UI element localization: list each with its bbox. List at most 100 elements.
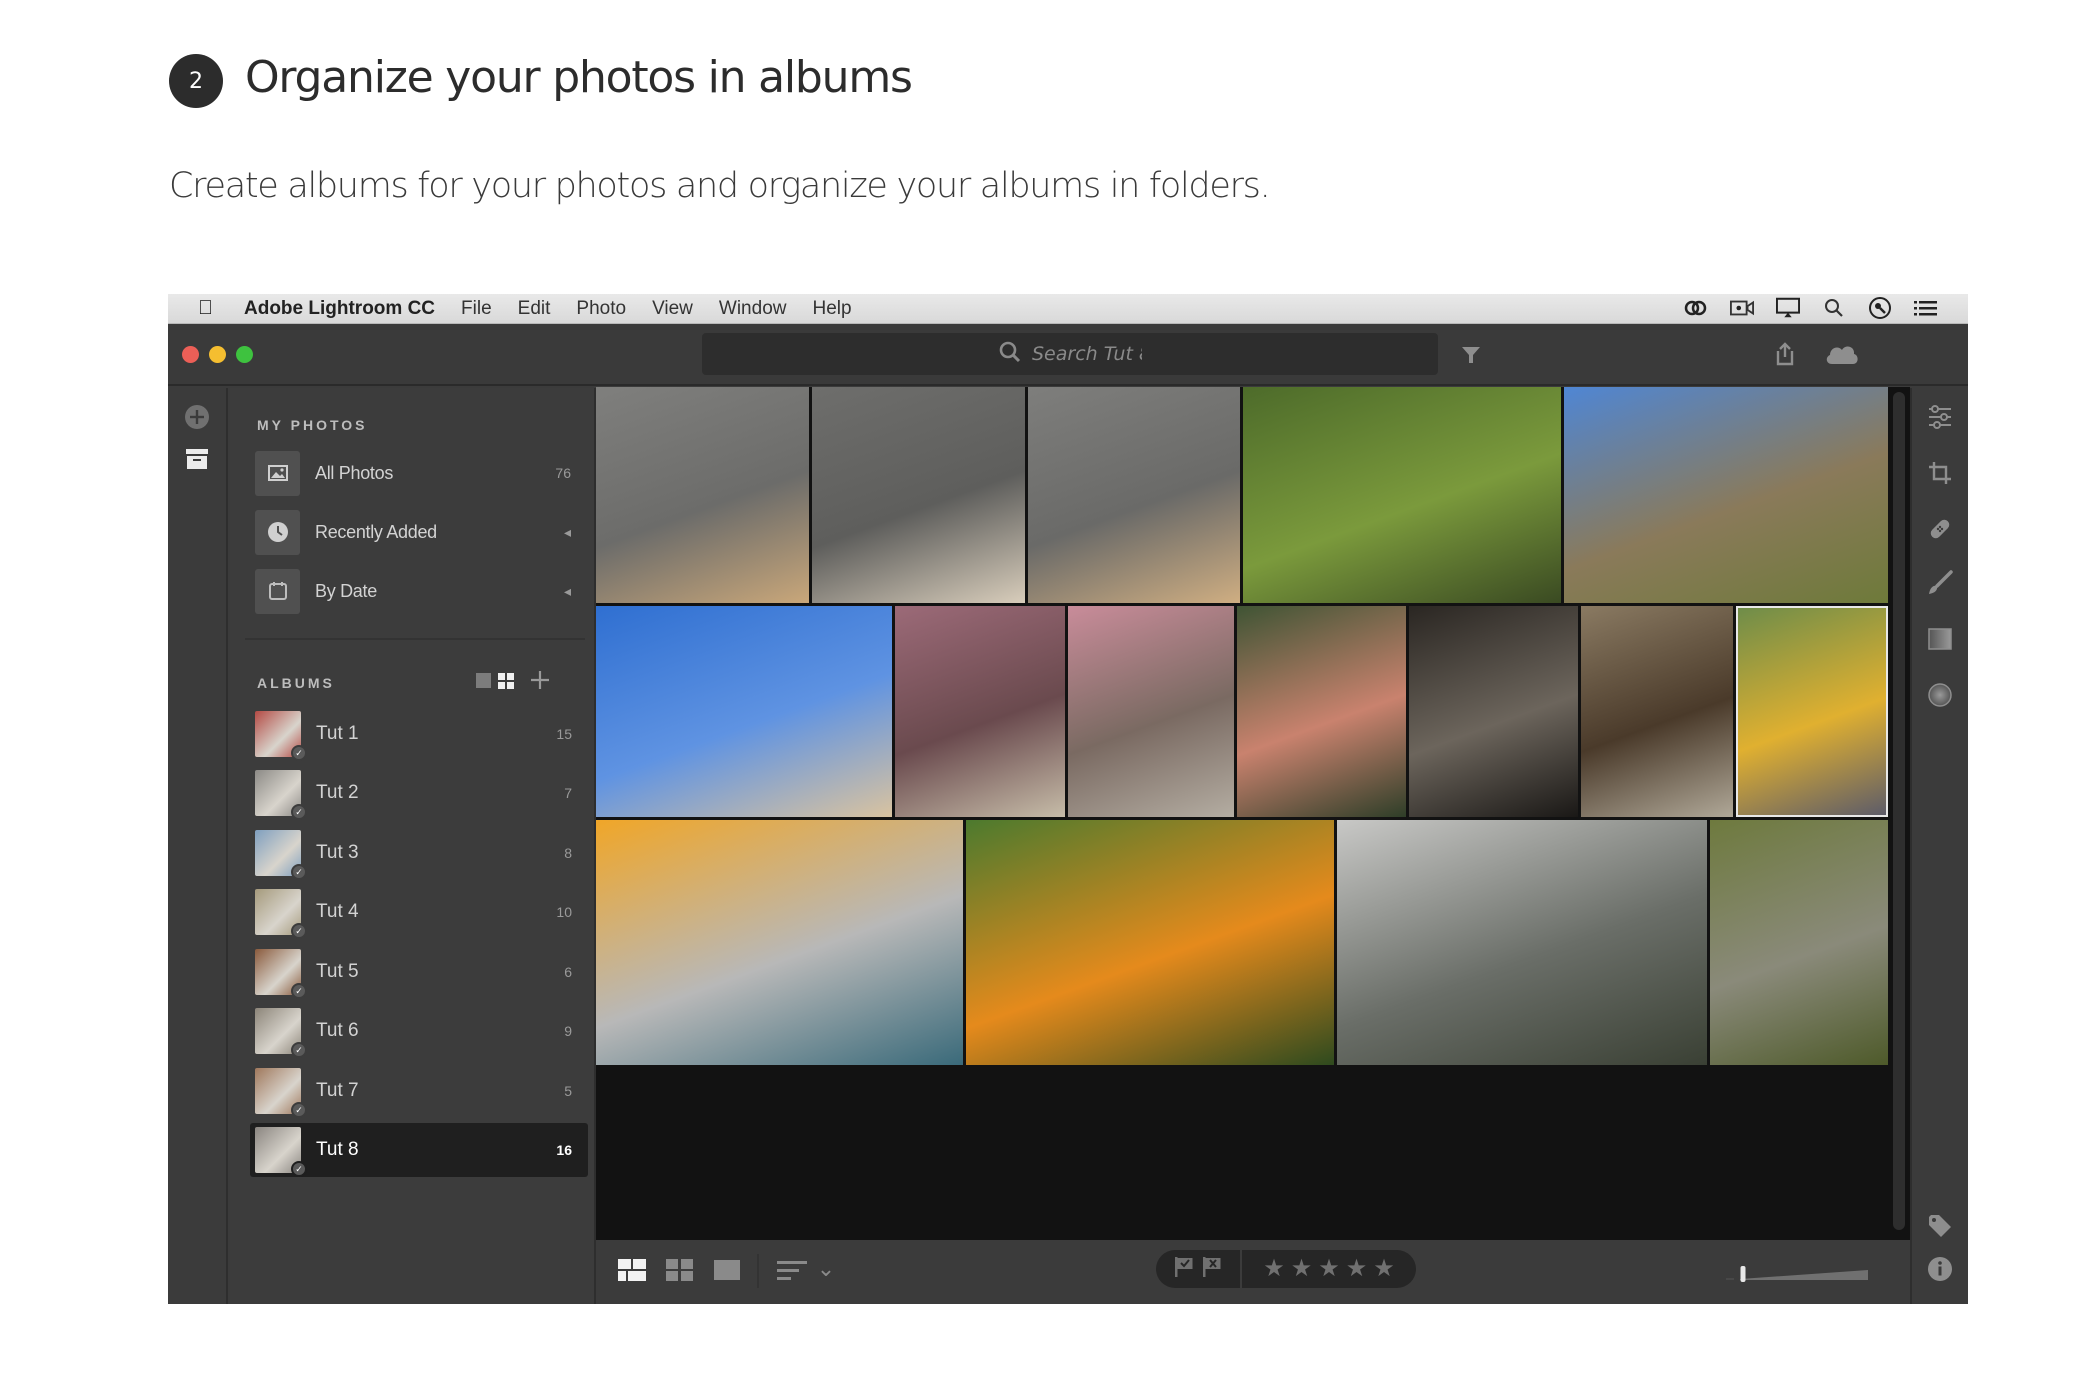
search-field[interactable] xyxy=(702,333,1438,375)
menu-file[interactable]: File xyxy=(461,298,492,320)
share-icon[interactable] xyxy=(1772,340,1798,368)
synced-check-icon: ✓ xyxy=(291,983,307,999)
synced-check-icon: ✓ xyxy=(291,923,307,939)
menu-window[interactable]: Window xyxy=(719,298,787,320)
album-name: Tut 8 xyxy=(316,1139,359,1160)
info-icon[interactable] xyxy=(1925,1254,1955,1284)
reject-flag-icon[interactable] xyxy=(1202,1256,1222,1283)
search-input[interactable] xyxy=(1032,343,1142,365)
album-item[interactable]: ✓ Tut 1 15 xyxy=(250,707,588,761)
album-count: 15 xyxy=(556,726,572,742)
album-count: 10 xyxy=(556,904,572,920)
album-name: Tut 5 xyxy=(316,961,359,982)
grid-scrollbar-thumb[interactable] xyxy=(1893,392,1905,1230)
photo-thumbnail[interactable] xyxy=(1337,820,1707,1065)
sidebar-item-recently-added[interactable]: Recently Added ◂ xyxy=(255,508,585,556)
synced-check-icon: ✓ xyxy=(291,745,307,761)
sort-chevron-icon[interactable]: ⌄ xyxy=(816,1256,836,1282)
photo-thumbnail[interactable] xyxy=(1710,820,1888,1065)
photo-thumbnail[interactable] xyxy=(1564,387,1888,603)
slider-handle[interactable] xyxy=(1740,1266,1746,1282)
album-grid-view-icon[interactable] xyxy=(498,673,514,689)
brush-icon[interactable] xyxy=(1925,568,1955,598)
pick-flag-icon[interactable] xyxy=(1174,1256,1194,1283)
facetime-icon[interactable] xyxy=(1730,297,1754,319)
expand-arrow-icon[interactable]: ◂ xyxy=(564,583,571,600)
edit-sliders-icon[interactable] xyxy=(1925,402,1955,432)
rating-star-1[interactable]: ★ xyxy=(1263,1257,1285,1281)
photo-grid-view-icon[interactable] xyxy=(666,1259,694,1281)
apple-icon[interactable]:  xyxy=(198,297,213,320)
album-list-view-icon[interactable] xyxy=(476,673,491,688)
photo-thumbnail[interactable] xyxy=(1028,387,1240,603)
photo-thumbnail[interactable] xyxy=(596,606,892,817)
slider-track xyxy=(1740,1270,1868,1280)
photo-thumbnail[interactable] xyxy=(1581,606,1733,817)
square-grid-view-icon[interactable] xyxy=(618,1259,646,1281)
sidebar-item-by-date[interactable]: By Date ◂ xyxy=(255,567,585,615)
menu-app-name[interactable]: Adobe Lightroom CC xyxy=(244,298,435,320)
album-count: 6 xyxy=(564,964,572,980)
album-thumbnail: ✓ xyxy=(255,889,307,939)
step-number-badge: 2 xyxy=(169,54,223,108)
photo-thumbnail-selected[interactable] xyxy=(1736,606,1888,817)
album-thumbnail: ✓ xyxy=(255,830,307,880)
airplay-display-icon[interactable] xyxy=(1776,297,1800,319)
photo-thumbnail[interactable] xyxy=(966,820,1334,1065)
linear-gradient-icon[interactable] xyxy=(1925,624,1955,654)
window-close-button[interactable] xyxy=(182,346,199,363)
album-item-selected[interactable]: ✓ Tut 8 16 xyxy=(250,1123,588,1177)
toolbar-divider xyxy=(757,1254,759,1288)
photo-thumbnail[interactable] xyxy=(1237,606,1406,817)
creative-cloud-icon[interactable] xyxy=(1684,297,1708,319)
cloud-sync-icon[interactable] xyxy=(1824,340,1860,368)
detail-view-icon[interactable] xyxy=(713,1259,741,1281)
photo-thumbnail[interactable] xyxy=(895,606,1065,817)
star-rating[interactable]: ★ ★ ★ ★ ★ xyxy=(1242,1250,1416,1288)
bottom-toolbar: ⌄ ★ ★ ★ ★ ★ xyxy=(596,1240,1910,1302)
album-count: 5 xyxy=(564,1083,572,1099)
crop-icon[interactable] xyxy=(1925,458,1955,488)
rating-star-5[interactable]: ★ xyxy=(1373,1257,1395,1281)
notification-list-icon[interactable] xyxy=(1914,297,1938,319)
album-item[interactable]: ✓ Tut 5 6 xyxy=(250,945,588,999)
photo-thumbnail[interactable] xyxy=(596,387,809,603)
album-item[interactable]: ✓ Tut 7 5 xyxy=(250,1064,588,1118)
rating-star-4[interactable]: ★ xyxy=(1346,1257,1368,1281)
photo-thumbnail[interactable] xyxy=(596,820,963,1065)
synced-check-icon: ✓ xyxy=(291,1102,307,1118)
menu-photo[interactable]: Photo xyxy=(576,298,626,320)
rating-star-3[interactable]: ★ xyxy=(1318,1257,1340,1281)
album-item[interactable]: ✓ Tut 4 10 xyxy=(250,885,588,939)
photo-thumbnail[interactable] xyxy=(1243,387,1561,603)
expand-arrow-icon[interactable]: ◂ xyxy=(564,524,571,541)
album-item[interactable]: ✓ Tut 6 9 xyxy=(250,1004,588,1058)
filter-icon[interactable] xyxy=(1458,344,1484,366)
add-album-icon[interactable] xyxy=(530,670,550,690)
photo-thumbnail[interactable] xyxy=(1409,606,1578,817)
accessibility-icon[interactable] xyxy=(1868,297,1892,319)
add-photos-icon[interactable] xyxy=(182,402,212,432)
menu-help[interactable]: Help xyxy=(812,298,851,320)
album-item[interactable]: ✓ Tut 2 7 xyxy=(250,766,588,820)
library-icon[interactable] xyxy=(182,444,212,474)
photo-thumbnail[interactable] xyxy=(1068,606,1234,817)
keyword-tag-icon[interactable] xyxy=(1925,1211,1955,1241)
sidebar-item-label: Recently Added xyxy=(315,521,437,542)
album-item[interactable]: ✓ Tut 3 8 xyxy=(250,826,588,880)
window-minimize-button[interactable] xyxy=(209,346,226,363)
page-title: Organize your photos in albums xyxy=(245,52,913,103)
spotlight-search-icon[interactable] xyxy=(1822,297,1846,319)
photo-thumbnail[interactable] xyxy=(812,387,1025,603)
rating-star-2[interactable]: ★ xyxy=(1291,1257,1313,1281)
radial-gradient-icon[interactable] xyxy=(1925,680,1955,710)
menu-edit[interactable]: Edit xyxy=(518,298,551,320)
window-maximize-button[interactable] xyxy=(236,346,253,363)
sort-icon[interactable] xyxy=(777,1258,809,1284)
healing-brush-icon[interactable] xyxy=(1925,514,1955,544)
sidebar-item-all-photos[interactable]: All Photos 76 xyxy=(255,449,585,497)
menu-view[interactable]: View xyxy=(652,298,693,320)
clock-icon xyxy=(255,509,300,555)
thumbnail-size-slider[interactable] xyxy=(1726,1264,1876,1282)
sidebar-item-label: All Photos xyxy=(315,462,394,483)
